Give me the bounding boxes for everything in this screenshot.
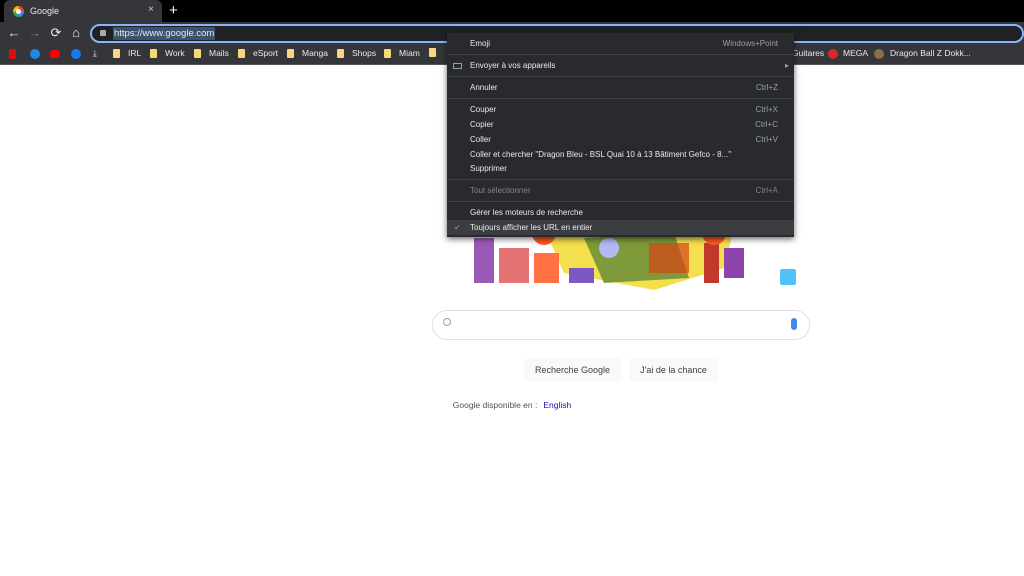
menu-shortcut: Ctrl+V bbox=[755, 135, 778, 144]
menu-label: Coller et chercher "Dragon Bleu - BSL Qu… bbox=[470, 150, 732, 159]
bookmark-folder-hidden[interactable] bbox=[429, 48, 444, 57]
submenu-arrow-icon: ▸ bbox=[784, 61, 789, 70]
google-favicon-icon bbox=[13, 5, 24, 17]
menu-item-select-all[interactable]: Tout sélectionner Ctrl+A bbox=[447, 183, 794, 198]
menu-divider bbox=[447, 179, 794, 180]
menu-item-send-to-devices[interactable]: Envoyer à vos appareils ▸ bbox=[447, 58, 794, 73]
menu-label: Copier bbox=[470, 120, 494, 129]
menu-item-delete[interactable]: Supprimer bbox=[447, 161, 794, 176]
language-offer: Google disponible en : English bbox=[0, 400, 1024, 410]
facebook-icon[interactable] bbox=[71, 49, 81, 59]
youtube-icon[interactable] bbox=[50, 50, 60, 58]
search-input[interactable] bbox=[432, 310, 810, 340]
menu-label: Annuler bbox=[470, 83, 498, 92]
netflix-icon[interactable] bbox=[9, 49, 16, 59]
tab-google[interactable]: Google × bbox=[4, 0, 162, 22]
back-button[interactable]: ← bbox=[6, 25, 22, 40]
lock-icon bbox=[100, 30, 106, 36]
bookmark-label: Manga bbox=[302, 48, 328, 58]
menu-label: Emoji bbox=[470, 39, 491, 48]
reload-button[interactable]: ⟳ bbox=[48, 25, 64, 41]
menu-divider bbox=[447, 76, 794, 77]
mega-icon bbox=[828, 49, 838, 59]
menu-label: Coller bbox=[470, 135, 491, 144]
english-link[interactable]: English bbox=[543, 400, 571, 410]
bookmark-label: eSport bbox=[253, 48, 279, 58]
bookmark-miam[interactable]: Miam bbox=[384, 48, 420, 58]
bookmark-label: Miam bbox=[399, 48, 420, 58]
bookmark-label: IRL bbox=[128, 48, 142, 58]
checkmark-icon: ✓ bbox=[454, 223, 461, 232]
menu-shortcut: Ctrl+X bbox=[755, 105, 778, 114]
menu-divider bbox=[447, 98, 794, 99]
forward-button[interactable]: → bbox=[27, 25, 43, 40]
menu-label: Couper bbox=[470, 105, 497, 114]
menu-item-undo[interactable]: Annuler Ctrl+Z bbox=[447, 80, 794, 95]
menu-item-show-full-urls[interactable]: ✓ Toujours afficher les URL en entier bbox=[447, 220, 794, 235]
google-doodle[interactable] bbox=[474, 228, 764, 290]
menu-item-paste[interactable]: Coller Ctrl+V bbox=[447, 132, 794, 147]
bookmark-guitares[interactable]: Guitares bbox=[792, 48, 824, 58]
close-tab-icon[interactable]: × bbox=[148, 4, 154, 15]
download-icon[interactable]: ⤓ bbox=[93, 48, 97, 59]
context-menu: Emoji Windows+Point Envoyer à vos apparei… bbox=[447, 33, 794, 237]
menu-item-cut[interactable]: Couper Ctrl+X bbox=[447, 102, 794, 117]
menu-divider bbox=[447, 201, 794, 202]
devices-icon bbox=[453, 62, 462, 69]
bookmark-work[interactable]: Work bbox=[150, 48, 185, 58]
menu-item-copy[interactable]: Copier Ctrl+C bbox=[447, 117, 794, 132]
bookmark-mails[interactable]: Mails bbox=[194, 48, 229, 58]
menu-label: Supprimer bbox=[470, 164, 507, 173]
play-icon[interactable] bbox=[30, 49, 40, 59]
menu-shortcut: Windows+Point bbox=[722, 39, 778, 48]
menu-item-manage-search-engines[interactable]: Gérer les moteurs de recherche bbox=[447, 205, 794, 220]
bookmark-mega[interactable]: MEGA bbox=[843, 48, 868, 58]
bookmark-label: Mails bbox=[209, 48, 229, 58]
bookmark-irl[interactable]: IRL bbox=[113, 48, 141, 58]
bookmark-shops[interactable]: Shops bbox=[337, 48, 376, 58]
menu-shortcut: Ctrl+Z bbox=[756, 83, 778, 92]
search-icon bbox=[443, 318, 451, 326]
tab-strip: Google × + bbox=[0, 0, 1024, 22]
menu-shortcut: Ctrl+C bbox=[755, 120, 778, 129]
home-button[interactable]: ⌂ bbox=[68, 25, 84, 40]
menu-label: Toujours afficher les URL en entier bbox=[470, 223, 593, 232]
lucky-button[interactable]: J'ai de la chance bbox=[629, 358, 718, 382]
bookmark-label: Shops bbox=[352, 48, 377, 58]
menu-item-emoji[interactable]: Emoji Windows+Point bbox=[447, 36, 794, 51]
tab-title: Google bbox=[30, 6, 60, 16]
menu-label: Envoyer à vos appareils bbox=[470, 61, 556, 70]
language-prefix: Google disponible en : bbox=[452, 400, 538, 410]
microphone-icon[interactable] bbox=[791, 318, 797, 330]
menu-item-paste-and-search[interactable]: Coller et chercher "Dragon Bleu - BSL Qu… bbox=[447, 147, 794, 162]
menu-shortcut: Ctrl+A bbox=[755, 186, 778, 195]
bookmark-dokkan[interactable]: Dragon Ball Z Dokk... bbox=[890, 48, 971, 58]
bookmark-manga[interactable]: Manga bbox=[287, 48, 328, 58]
share-icon[interactable] bbox=[780, 269, 796, 285]
bookmark-label: Work bbox=[165, 48, 185, 58]
menu-divider bbox=[447, 54, 794, 55]
url-text[interactable]: https://www.google.com bbox=[113, 27, 216, 40]
menu-label: Tout sélectionner bbox=[470, 186, 531, 195]
bookmark-esport[interactable]: eSport bbox=[238, 48, 278, 58]
dokkan-icon bbox=[874, 49, 884, 59]
menu-label: Gérer les moteurs de recherche bbox=[470, 208, 583, 217]
new-tab-button[interactable]: + bbox=[169, 2, 178, 19]
google-search-button[interactable]: Recherche Google bbox=[524, 358, 621, 382]
